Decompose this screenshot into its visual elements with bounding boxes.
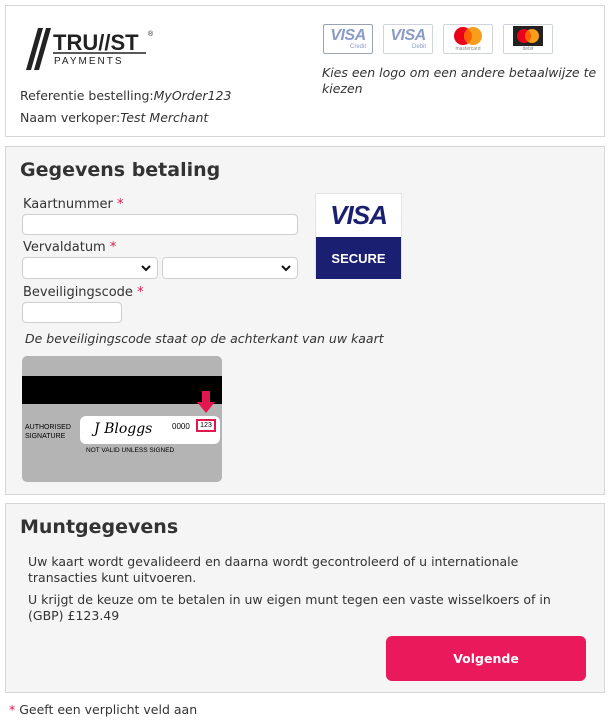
visa-debit-sub: Debit (411, 43, 426, 50)
merchant-header: TRU//ST PAYMENTS ® Referentie bestelling… (5, 5, 605, 137)
card-number-label-text: Kaartnummer (23, 197, 113, 212)
card-back-illustration: AUTHORISED SIGNATURE J Bloggs 0000 123 N… (22, 356, 222, 482)
not-valid-text: NOT VALID UNLESS SIGNED (86, 447, 175, 454)
expiry-label-text: Vervaldatum (23, 240, 106, 255)
payment-details-panel: Gegevens betaling Kaartnummer * Vervalda… (5, 146, 605, 495)
expiry-month-select[interactable] (22, 257, 158, 279)
visa-credit-icon: VISA (330, 26, 366, 44)
order-reference-label: Referentie bestelling: (20, 88, 154, 103)
signature-number: 0000 (172, 422, 190, 431)
card-logo-selector: VISA Credit VISA Debit mastercard debit (323, 24, 553, 54)
visa-debit-icon: VISA (390, 26, 426, 44)
expiry-label: Vervaldatum * (23, 240, 116, 255)
merchant-name-label: Naam verkoper: (20, 110, 121, 125)
required-marker: * (137, 285, 144, 300)
expiry-year-select[interactable] (162, 257, 298, 279)
payment-title: Gegevens betaling (20, 159, 221, 181)
mastercard-debit-icon (513, 26, 543, 46)
signature-cvv: 123 (196, 419, 216, 432)
currency-title: Muntgegevens (20, 516, 179, 538)
mastercard-debit-logo[interactable]: debit (503, 24, 553, 54)
magnetic-strip (22, 376, 222, 404)
merchant-name-value: Test Merchant (120, 110, 209, 125)
cvv-hint: De beveiligingscode staat op de achterka… (25, 331, 384, 346)
visa-secure-brand: VISA (330, 200, 388, 230)
order-reference-value: MyOrder123 (153, 88, 232, 103)
order-reference: Referentie bestelling:MyOrder123 (20, 88, 231, 103)
visa-secure-label: SECURE (316, 237, 401, 279)
mastercard-icon (454, 27, 482, 45)
visa-debit-logo[interactable]: VISA Debit (383, 24, 433, 54)
mastercard-sub: mastercard (455, 46, 481, 52)
card-logo-hint: Kies een logo om een andere betaalwijze … (322, 65, 597, 96)
auth-line-1: AUTHORISED (25, 424, 71, 431)
card-number-label: Kaartnummer * (23, 197, 123, 212)
security-code-label: Beveiligingscode * (23, 285, 144, 300)
auth-line-2: SIGNATURE (25, 433, 66, 440)
required-marker: * (9, 702, 16, 717)
visa-credit-logo[interactable]: VISA Credit (323, 24, 373, 54)
signature-strip: J Bloggs 0000 123 (80, 416, 220, 444)
next-button[interactable]: Volgende (386, 636, 586, 681)
authorised-signature-text: AUTHORISED SIGNATURE (25, 423, 71, 441)
visa-credit-sub: Credit (349, 43, 366, 50)
required-note-text: Geeft een verplicht veld aan (19, 702, 198, 717)
svg-text:PAYMENTS: PAYMENTS (54, 56, 124, 67)
currency-panel: Muntgegevens Uw kaart wordt gevalideerd … (5, 503, 605, 693)
security-code-label-text: Beveiligingscode (23, 285, 133, 300)
currency-info-1: Uw kaart wordt gevalideerd en daarna wor… (28, 554, 519, 585)
mastercard-logo[interactable]: mastercard (443, 24, 493, 54)
currency-info-2: U krijgt de keuze om te betalen in uw ei… (28, 592, 551, 623)
required-field-note: * Geeft een verplicht veld aan (9, 702, 197, 717)
security-code-input[interactable] (22, 302, 122, 323)
mastercard-debit-sub: debit (522, 46, 534, 52)
required-marker: * (109, 240, 117, 255)
visa-secure-badge: VISA SECURE (315, 193, 402, 279)
trust-payments-logo: TRU//ST PAYMENTS ® (26, 26, 156, 74)
chevron-down-icon (281, 265, 291, 272)
svg-text:TRU//ST: TRU//ST (53, 30, 139, 55)
merchant-name: Naam verkoper:Test Merchant (20, 110, 208, 125)
arrow-down-icon (197, 391, 215, 413)
chevron-down-icon (141, 265, 151, 272)
signature-name: J Bloggs (94, 421, 153, 437)
required-marker: * (116, 197, 124, 212)
card-number-input[interactable] (22, 214, 298, 235)
svg-text:®: ® (148, 30, 154, 38)
